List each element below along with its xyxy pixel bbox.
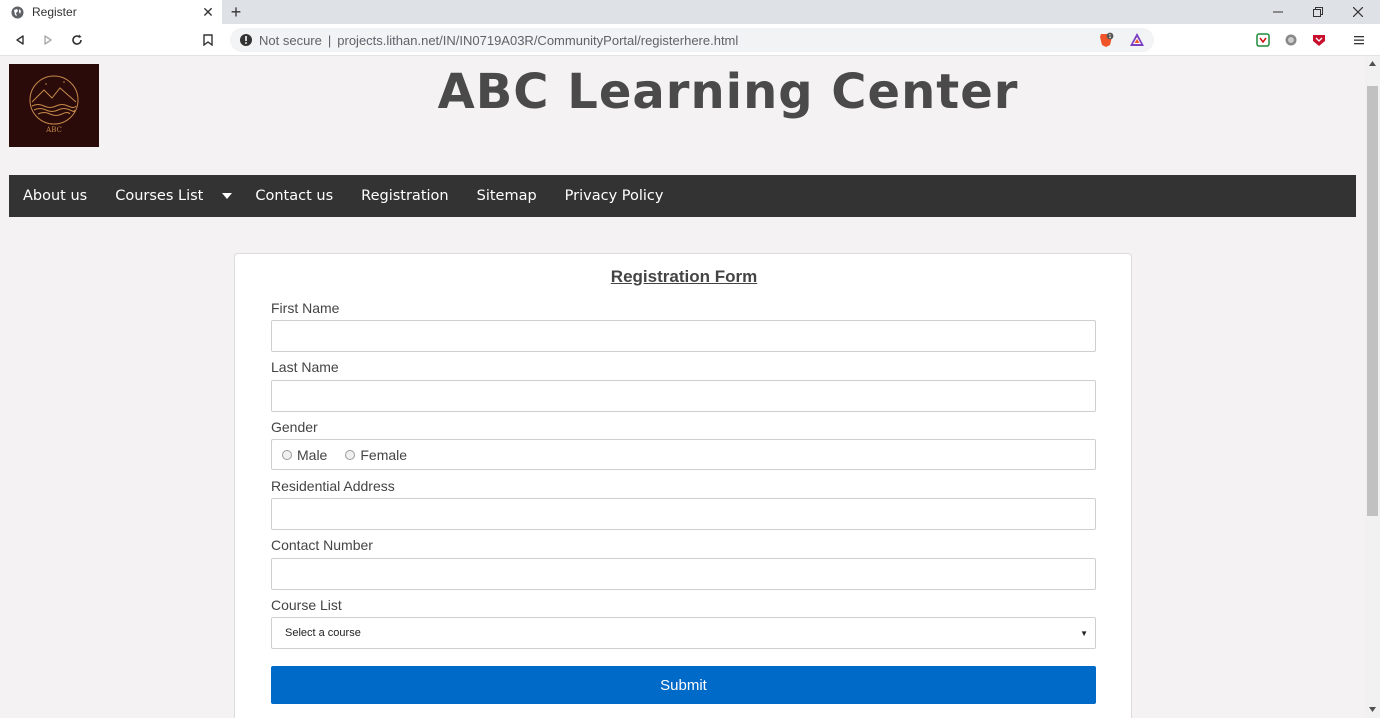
contact-number-label: Contact Number bbox=[271, 537, 373, 553]
tab-title: Register bbox=[32, 5, 77, 19]
reload-icon[interactable] bbox=[67, 30, 87, 50]
extension-shield-icon[interactable] bbox=[1311, 32, 1327, 48]
logo-text: ABC bbox=[45, 126, 62, 134]
registration-card: Registration Form First Name Last Name G… bbox=[234, 253, 1132, 718]
svg-text:1: 1 bbox=[1108, 34, 1111, 40]
browser-tab[interactable]: Register ✕ bbox=[0, 0, 222, 24]
course-list-label: Course List bbox=[271, 597, 342, 613]
close-icon[interactable]: ✕ bbox=[200, 4, 216, 20]
security-label: Not secure bbox=[259, 32, 322, 48]
course-select[interactable]: Select a course ▼ bbox=[271, 617, 1096, 649]
scrollbar-thumb[interactable] bbox=[1367, 86, 1378, 516]
gender-female-radio[interactable] bbox=[345, 449, 356, 460]
url-text[interactable]: projects.lithan.net/IN/IN0719A03R/Commun… bbox=[337, 33, 738, 48]
forward-icon[interactable] bbox=[38, 30, 58, 50]
nav-sitemap[interactable]: Sitemap bbox=[463, 175, 551, 217]
gender-female-label[interactable]: Female bbox=[360, 447, 407, 463]
nav-privacy-policy[interactable]: Privacy Policy bbox=[551, 175, 678, 217]
form-title: Registration Form bbox=[610, 267, 758, 286]
last-name-label: Last Name bbox=[271, 359, 339, 375]
site-title: ABC Learning Center bbox=[437, 64, 1019, 120]
submit-button[interactable]: Submit bbox=[271, 666, 1096, 704]
window-close-icon[interactable] bbox=[1338, 0, 1378, 24]
caret-down-icon[interactable] bbox=[217, 175, 237, 217]
brave-rewards-icon[interactable] bbox=[1129, 32, 1145, 48]
address-input[interactable] bbox=[271, 498, 1096, 530]
gender-male-radio[interactable] bbox=[282, 449, 292, 460]
nav-courses-list[interactable]: Courses List bbox=[101, 175, 217, 217]
extension-icon[interactable] bbox=[1255, 32, 1271, 48]
bookmark-icon[interactable] bbox=[198, 30, 218, 50]
first-name-label: First Name bbox=[271, 300, 340, 316]
minimize-icon[interactable] bbox=[1258, 0, 1298, 24]
page-viewport: ABC ABC Learning Center About us Courses… bbox=[0, 56, 1365, 718]
first-name-input[interactable] bbox=[271, 320, 1096, 352]
menu-icon[interactable] bbox=[1351, 32, 1367, 48]
contact-number-input[interactable] bbox=[271, 558, 1096, 590]
plus-icon[interactable]: + bbox=[226, 2, 246, 22]
last-name-input[interactable] bbox=[271, 380, 1096, 412]
address-bar[interactable]: Not secure | projects.lithan.net/IN/IN07… bbox=[230, 28, 1154, 52]
tab-strip: Register ✕ + bbox=[0, 0, 1380, 24]
nav-registration[interactable]: Registration bbox=[347, 175, 462, 217]
main-nav: About us Courses List Contact us Registr… bbox=[9, 175, 1356, 217]
restore-icon[interactable] bbox=[1298, 0, 1338, 24]
page-scrollbar[interactable] bbox=[1365, 56, 1380, 718]
gender-label: Gender bbox=[271, 419, 318, 435]
url-separator: | bbox=[327, 32, 332, 48]
nav-about-us[interactable]: About us bbox=[9, 175, 101, 217]
brave-shield-icon[interactable]: 1 bbox=[1098, 32, 1114, 48]
chevron-down-icon: ▼ bbox=[1080, 628, 1088, 638]
scroll-down-icon[interactable] bbox=[1365, 704, 1380, 714]
course-select-value: Select a course bbox=[285, 627, 361, 639]
back-icon[interactable] bbox=[10, 30, 30, 50]
extension-circle-icon[interactable] bbox=[1283, 32, 1299, 48]
gender-group: Male Female bbox=[271, 439, 1096, 470]
address-label: Residential Address bbox=[271, 478, 395, 494]
scroll-up-icon[interactable] bbox=[1365, 58, 1380, 68]
nav-contact-us[interactable]: Contact us bbox=[241, 175, 347, 217]
browser-toolbar: Not secure | projects.lithan.net/IN/IN07… bbox=[0, 24, 1380, 56]
gender-male-label[interactable]: Male bbox=[297, 447, 327, 463]
globe-icon bbox=[10, 5, 24, 19]
info-icon[interactable] bbox=[239, 33, 253, 47]
